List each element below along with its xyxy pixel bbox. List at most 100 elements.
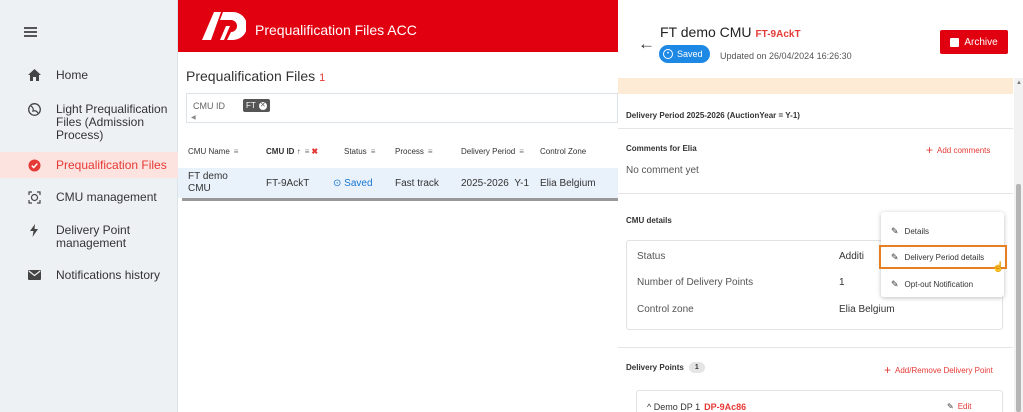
delivery-point-card[interactable]: ^ Demo DP 1 DP-9Ac86 ✎ Edit — [636, 390, 1003, 412]
delivery-period-title: Delivery Period 2025-2026 (AuctionYear =… — [626, 111, 800, 120]
verified-badge-icon — [27, 158, 41, 172]
plus-icon: + — [884, 363, 892, 377]
sidebar: Home Light Prequalification Files (Admis… — [0, 0, 178, 412]
main-content: Prequalification Files ACC Prequalificat… — [178, 0, 618, 412]
detail-value-control-zone: Elia Belgium — [839, 304, 895, 315]
archive-button[interactable]: Archive — [940, 30, 1008, 54]
filter-label: CMU ID — [193, 101, 225, 111]
bolt-icon — [27, 223, 41, 237]
sort-ascending-icon: ↑ — [296, 147, 301, 156]
menu-item-delivery-period-details[interactable]: ✎ Delivery Period details ☝ — [879, 245, 1007, 273]
divider — [618, 128, 1013, 129]
filter-icon: ≡ — [427, 147, 433, 156]
chevron-up-icon: ^ — [647, 402, 652, 412]
column-header-cmu-id[interactable]: CMU ID ↑ ≡ ✖ — [266, 147, 318, 156]
cell-status: ⊙ Saved — [333, 178, 373, 189]
filter-bar: CMU ID FT ✕ ◀ — [186, 93, 618, 123]
detail-label-status: Status — [637, 251, 666, 262]
sidebar-item-delivery-point-management[interactable]: Delivery Point management — [0, 221, 178, 251]
actions-menu: ✎ Details ✎ Delivery Period details ☝ ✎ Opt… — [879, 212, 1007, 297]
clear-filter-icon: ✖ — [311, 147, 319, 156]
menu-item-opt-out-notification[interactable]: ✎ Opt-out Notification — [881, 272, 1004, 296]
top-bar: Prequalification Files ACC — [178, 0, 618, 52]
column-header-process[interactable]: Process ≡ — [395, 147, 433, 156]
cmu-code: FT-9AckT — [755, 29, 801, 40]
brand-logo-icon — [200, 10, 247, 42]
table-row[interactable]: FT demo CMU FT-9AckT ⊙ Saved Fast track … — [178, 168, 618, 198]
sidebar-item-light-prequalification[interactable]: Light Prequalification Files (Admission … — [0, 100, 178, 142]
sidebar-item-notifications-history[interactable]: Notifications history — [0, 266, 178, 284]
filter-icon: ≡ — [304, 147, 310, 156]
comments-title: Comments for Elia — [626, 144, 697, 153]
column-header-delivery-period[interactable]: Delivery Period ≡ — [461, 147, 524, 156]
scroll-left-icon[interactable]: ◀ — [191, 114, 196, 121]
home-icon — [27, 68, 41, 82]
pencil-icon: ✎ — [947, 402, 954, 411]
detail-label-delivery-points: Number of Delivery Points — [637, 277, 754, 288]
plus-icon: + — [926, 143, 934, 157]
sidebar-item-label: Notifications history — [56, 268, 161, 282]
scroll-up-icon[interactable]: ▲ — [1016, 80, 1022, 86]
sidebar-item-cmu-management[interactable]: CMU management — [0, 188, 178, 206]
divider — [618, 193, 1013, 194]
back-arrow-icon[interactable]: ← — [638, 34, 655, 54]
cell-cmu-id: FT-9AckT — [266, 178, 310, 189]
file-count-badge: 1 — [319, 72, 326, 84]
column-header-status[interactable]: Status ≡ — [344, 147, 375, 156]
detail-label-control-zone: Control zone — [637, 304, 694, 315]
detail-value-status: Additi — [839, 251, 865, 262]
menu-item-details[interactable]: ✎ Details — [881, 219, 1004, 243]
horizontal-scrollbar[interactable] — [182, 198, 618, 201]
detail-panel: ← FT demo CMU FT-9AckT • Saved Updated on… — [618, 0, 1023, 412]
hamburger-menu-icon[interactable] — [24, 27, 37, 37]
scrollbar-thumb[interactable] — [1016, 184, 1021, 412]
detail-panel-header: ← FT demo CMU FT-9AckT • Saved Updated on… — [618, 0, 1023, 78]
filter-icon: ≡ — [233, 147, 239, 156]
sidebar-item-label: Home — [56, 68, 89, 82]
pencil-icon: ✎ — [891, 251, 899, 262]
updated-timestamp: Updated on 26/04/2024 16:26:30 — [720, 51, 852, 61]
archive-icon — [950, 37, 960, 47]
divider — [618, 347, 1013, 348]
delivery-points-title: Delivery Points 1 — [626, 362, 705, 373]
status-badge: • Saved — [659, 45, 710, 63]
delivery-point-name: ^ Demo DP 1 DP-9Ac86 — [647, 402, 747, 412]
filter-chip-label: FT — [246, 101, 256, 110]
remove-chip-icon[interactable]: ✕ — [258, 101, 267, 110]
notice-band — [618, 78, 1013, 94]
add-comments-button[interactable]: + Add comments — [926, 143, 990, 157]
cell-control-zone: Elia Belgium — [540, 178, 596, 189]
column-header-control-zone[interactable]: Control Zone — [540, 147, 586, 156]
filter-chip[interactable]: FT ✕ — [243, 99, 270, 112]
page-title-text: Prequalification Files — [186, 68, 316, 84]
cmu-details-title: CMU details — [626, 216, 672, 225]
page-title: Prequalification Files 1 — [186, 68, 325, 84]
delivery-points-count: 1 — [688, 362, 705, 373]
filter-icon: ≡ — [370, 147, 376, 156]
pencil-icon: ✎ — [891, 225, 899, 236]
sidebar-item-label: CMU management — [56, 190, 157, 204]
column-header-cmu-name[interactable]: CMU Name ≡ — [188, 147, 238, 156]
add-remove-delivery-point-button[interactable]: + Add/Remove Delivery Point — [884, 363, 993, 377]
sidebar-item-home[interactable]: Home — [0, 66, 178, 84]
saved-status-icon: ⊙ — [333, 178, 342, 189]
filter-icon: ≡ — [519, 147, 524, 156]
no-comment-text: No comment yet — [626, 165, 699, 176]
sidebar-item-prequalification-files[interactable]: Prequalification Files — [0, 152, 178, 178]
target-icon — [27, 190, 41, 204]
saved-status-icon: • — [663, 49, 673, 59]
sidebar-item-label: Delivery Point management — [56, 223, 131, 250]
panel-title: FT demo CMU FT-9AckT — [660, 24, 801, 40]
cell-delivery-period: 2025-2026 Y-1 — [461, 178, 530, 189]
cell-cmu-name: FT demo CMU — [188, 171, 228, 194]
mail-icon — [27, 268, 41, 282]
table-header: CMU Name ≡ CMU ID ↑ ≡ ✖ Status ≡ Process ≡ De… — [178, 140, 618, 164]
sidebar-item-label: Light Prequalification Files (Admission … — [56, 102, 168, 142]
cell-process: Fast track — [395, 178, 439, 189]
detail-value-delivery-points: 1 — [839, 277, 845, 288]
edit-button[interactable]: ✎ Edit — [947, 402, 972, 411]
globe-icon — [27, 102, 41, 116]
pencil-icon: ✎ — [891, 278, 899, 289]
app-title: Prequalification Files ACC — [255, 22, 417, 38]
sidebar-item-label: Prequalification Files — [56, 158, 167, 172]
